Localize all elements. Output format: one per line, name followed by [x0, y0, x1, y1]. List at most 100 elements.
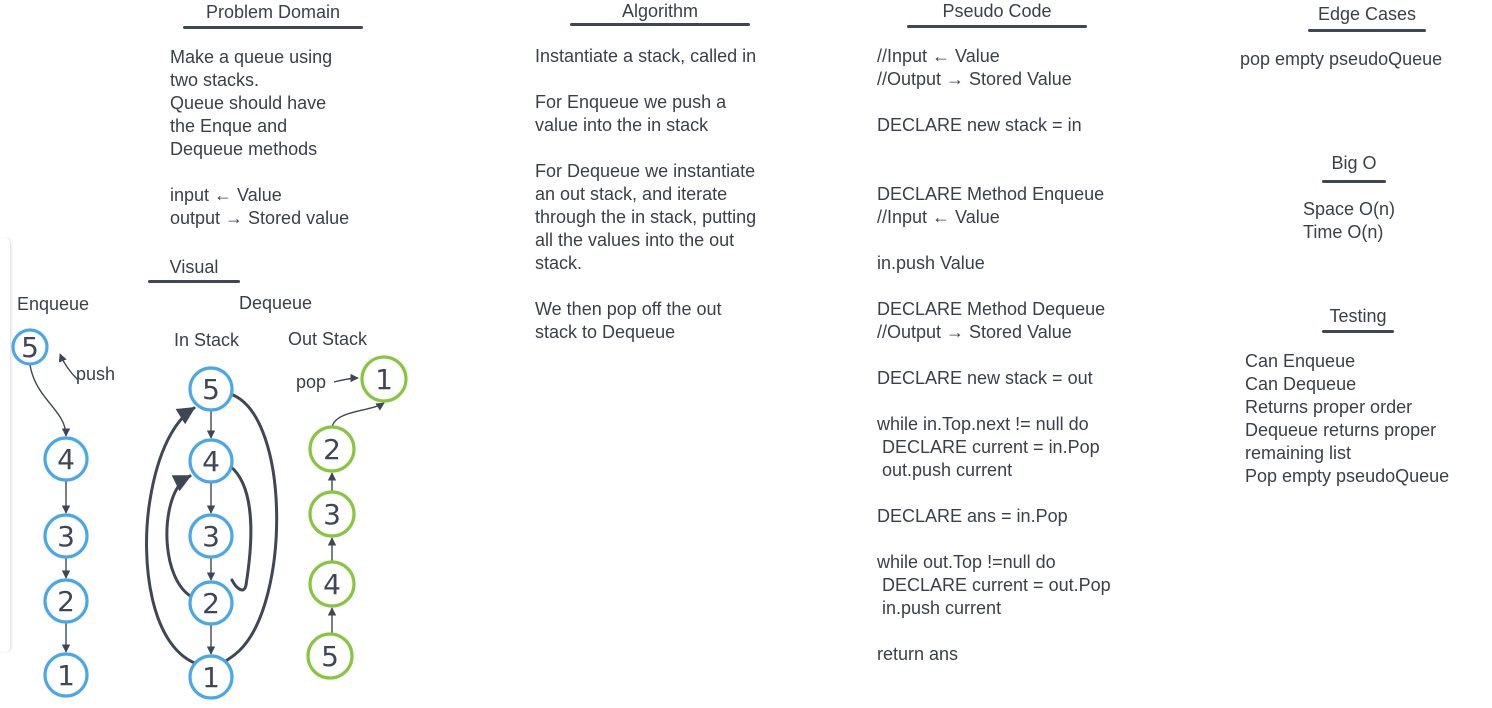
in-stack-node: 3	[188, 513, 234, 559]
algorithm-line: an out stack, and iterate	[535, 184, 728, 204]
out-stack-node: 4	[308, 560, 356, 608]
in-stack-loop-outer-left	[145, 406, 202, 667]
pseudo-code-line: in.push Value	[877, 253, 985, 273]
algorithm-heading: Algorithm	[621, 1, 699, 21]
pseudo-code-line	[877, 275, 1111, 298]
problem-domain-line: Make a queue using	[170, 47, 333, 67]
out-stack-node-label: 4	[323, 568, 341, 601]
problem-domain-line: two stacks.	[170, 70, 260, 90]
algorithm-line	[535, 68, 756, 91]
testing-line: Returns proper order	[1245, 397, 1413, 417]
dequeue-label: Dequeue	[239, 293, 313, 313]
testing-line: remaining list	[1245, 443, 1352, 463]
algorithm-line	[535, 137, 756, 160]
in-stack-node-label: 4	[202, 445, 220, 478]
pseudo-code-line: DECLARE new stack = in	[877, 115, 1082, 135]
out-stack-node-label: 1	[375, 363, 393, 396]
enqueue-label: Enqueue	[17, 294, 90, 314]
out-stack-node: 3	[308, 490, 356, 538]
out-stack-node: 5	[306, 632, 354, 680]
enqueue-node: 5	[11, 328, 49, 366]
big-o-underline	[1322, 180, 1386, 183]
out-stack-node-label: 2	[323, 433, 341, 466]
pseudo-code-text: //Input ← Value //Output → Stored Value D…	[877, 45, 1111, 666]
testing-line: Pop empty pseudoQueue	[1245, 466, 1450, 486]
enqueue-node: 1	[43, 652, 89, 698]
out-stack-label: Out Stack	[288, 329, 368, 349]
pseudo-code-line	[877, 344, 1111, 367]
algorithm-line: We then pop off the out	[535, 299, 722, 319]
big-o-line: Space O(n)	[1303, 199, 1396, 219]
big-o-heading: Big O	[1331, 153, 1377, 173]
pseudo-code-line	[877, 482, 1111, 505]
pseudo-code-line: //Output → Stored Value	[877, 69, 1072, 89]
enqueue-node-label: 4	[57, 443, 75, 476]
algorithm-line	[535, 275, 756, 298]
testing-heading: Testing	[1329, 306, 1387, 326]
pseudo-code-line	[877, 390, 1111, 413]
in-stack-node: 4	[188, 438, 234, 484]
in-stack-node: 1	[188, 654, 234, 700]
in-stack-loop-inner-right	[228, 464, 253, 592]
algorithm-text: Instantiate a stack, called in For Enque…	[535, 45, 756, 344]
big-o-line: Time O(n)	[1303, 222, 1384, 242]
enqueue-node-label: 5	[21, 331, 39, 364]
algorithm-line: through the in stack, putting	[535, 207, 757, 227]
edge-cases-heading: Edge Cases	[1317, 4, 1417, 24]
pseudo-code-underline	[907, 25, 1087, 28]
edge-cases-line: pop empty pseudoQueue	[1240, 49, 1443, 69]
pseudo-code-line: //Output → Stored Value	[877, 322, 1072, 342]
pseudo-code-line: //Input ← Value	[877, 46, 1000, 66]
enqueue-node-label: 3	[57, 520, 75, 553]
pseudo-code-line: DECLARE new stack = out	[877, 368, 1093, 388]
in-stack-label: In Stack	[174, 330, 240, 350]
testing-line: Can Enqueue	[1245, 351, 1356, 371]
pseudo-code-line: while in.Top.next != null do	[877, 414, 1089, 434]
problem-domain-line: output → Stored value	[170, 208, 350, 228]
enqueue-node: 4	[43, 436, 89, 482]
enqueue-node-label: 1	[57, 659, 75, 692]
edge-cases-text: pop empty pseudoQueue	[1240, 48, 1442, 71]
pseudo-code-line: DECLARE ans = in.Pop	[877, 506, 1068, 526]
side-panel-edge[interactable]	[0, 238, 11, 652]
problem-domain-underline	[183, 26, 363, 29]
algorithm-line: For Enqueue we push a	[535, 92, 727, 112]
pseudo-code-line: while out.Top !=null do	[877, 552, 1056, 572]
pseudo-code-line: //Input ← Value	[877, 207, 1000, 227]
pseudo-code-line	[877, 160, 1111, 183]
pseudo-code-heading: Pseudo Code	[942, 1, 1052, 21]
testing-line: Dequeue returns proper	[1245, 420, 1437, 440]
pseudo-code-line	[877, 229, 1111, 252]
problem-domain-line	[170, 161, 349, 184]
pseudo-code-line	[877, 620, 1111, 643]
out-stack-node: 1	[360, 355, 408, 403]
algorithm-underline	[570, 23, 750, 26]
pseudo-code-line	[877, 137, 1111, 160]
in-stack-node: 2	[188, 580, 234, 626]
problem-domain-heading: Problem Domain	[205, 2, 341, 22]
out-stack-node-label: 5	[321, 640, 339, 673]
problem-domain-line: input ← Value	[170, 185, 282, 205]
pseudo-code-line: out.push current	[877, 460, 1013, 480]
pseudo-code-line: DECLARE Method Dequeue	[877, 299, 1106, 319]
in-stack-node-label: 1	[202, 661, 220, 694]
push-label: push	[76, 364, 116, 384]
out-stack-node: 2	[308, 425, 356, 473]
problem-domain-text: Make a queue using two stacks. Queue shoul…	[170, 46, 349, 230]
testing-line: Can Dequeue	[1245, 374, 1357, 394]
problem-domain-line: Queue should have	[170, 93, 327, 113]
testing-text: Can Enqueue Can Dequeue Returns proper ord…	[1245, 350, 1449, 488]
enqueue-node: 2	[43, 578, 89, 624]
in-stack-node-label: 5	[202, 373, 220, 406]
visual-underline	[148, 280, 240, 283]
pseudo-code-line: in.push current	[877, 598, 1002, 618]
pop-arrow	[333, 373, 359, 383]
pseudo-code-line	[877, 91, 1111, 114]
out-stack-link-arrow	[331, 402, 385, 428]
algorithm-line: stack.	[535, 253, 583, 273]
algorithm-line: Instantiate a stack, called in	[535, 46, 757, 66]
in-stack-node: 5	[188, 366, 234, 412]
enqueue-link-arrow	[29, 364, 71, 437]
pseudo-code-line: DECLARE current = out.Pop	[877, 575, 1111, 595]
testing-underline	[1322, 330, 1394, 333]
